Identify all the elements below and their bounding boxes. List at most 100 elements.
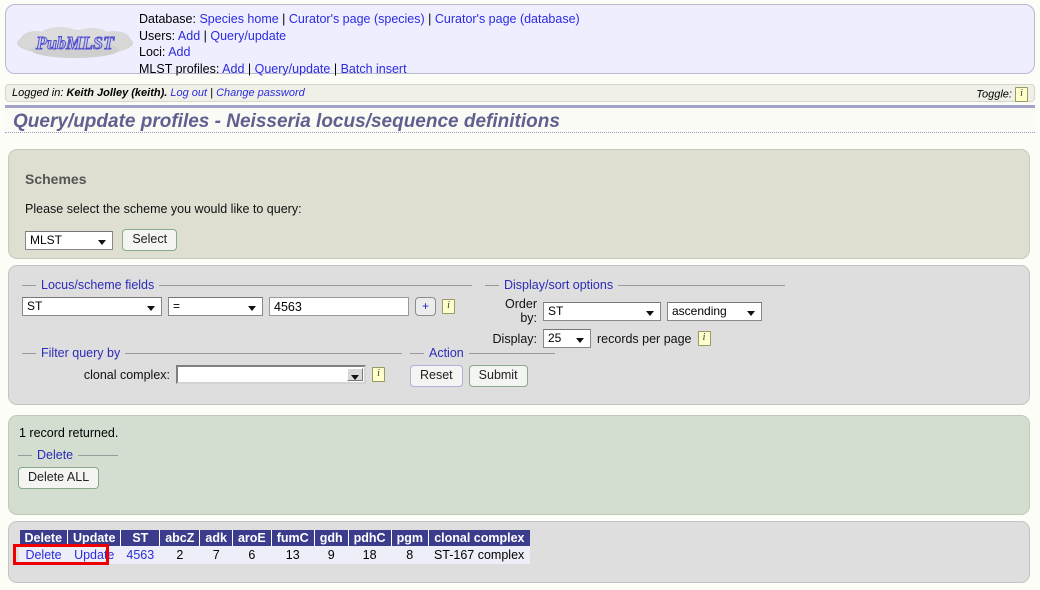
logged-in-label: Logged in: bbox=[12, 87, 64, 99]
submit-button[interactable]: Submit bbox=[468, 365, 528, 387]
schemes-instruction: Please select the scheme you would like … bbox=[25, 202, 302, 216]
svg-text:PubMLST: PubMLST bbox=[35, 33, 115, 53]
order-by-row: Order by: ST ascending bbox=[485, 297, 785, 325]
cell-fumc: 13 bbox=[270, 546, 315, 564]
header-row-label: MLST profiles: bbox=[139, 61, 220, 76]
toggle-label: Toggle: bbox=[976, 88, 1012, 101]
update-link[interactable]: Update bbox=[74, 548, 114, 562]
chevron-down-icon[interactable] bbox=[347, 368, 363, 381]
filter-query-legend: Filter query by bbox=[41, 346, 121, 360]
order-by-dropdown[interactable]: ST bbox=[543, 301, 661, 321]
select-scheme-button[interactable]: Select bbox=[122, 229, 178, 251]
link-users-query-update[interactable]: Query/update bbox=[210, 29, 286, 43]
display-sort-options-group: Display/sort options Order by: ST ascend… bbox=[485, 278, 785, 348]
link-curators-page-species[interactable]: Curator's page (species) bbox=[289, 12, 425, 26]
schemes-heading: Schemes bbox=[25, 171, 87, 187]
delete-legend: Delete bbox=[37, 448, 74, 462]
cell-update[interactable]: Update bbox=[67, 546, 122, 564]
column-header-st: ST bbox=[120, 530, 161, 547]
locus-scheme-fields-legend: Locus/scheme fields bbox=[41, 278, 155, 292]
cell-gdh: 9 bbox=[313, 546, 349, 564]
delete-link[interactable]: Delete bbox=[25, 548, 61, 562]
filter-query-group: Filter query by clonal complex: i bbox=[22, 346, 402, 384]
delete-body: Delete ALL bbox=[18, 462, 118, 489]
cell-pgm: 8 bbox=[390, 546, 429, 564]
column-header-aroe: aroE bbox=[231, 530, 272, 547]
table-header-row: Delete Update ST abcZ adk aroE fumC gdh … bbox=[19, 530, 530, 547]
cell-pdhc: 18 bbox=[347, 546, 392, 564]
display-sort-body: Order by: ST ascending Display: 25 recor… bbox=[485, 292, 785, 348]
locus-scheme-fields-group: Locus/scheme fields ST = + i bbox=[22, 278, 472, 316]
header-navigation: Database: Species home | Curator's page … bbox=[139, 11, 580, 77]
clonal-complex-dropdown[interactable] bbox=[176, 365, 366, 384]
site-header: PubMLST Database: Species home | Curator… bbox=[5, 4, 1035, 77]
results-table-panel: Delete Update ST abcZ adk aroE fumC gdh … bbox=[8, 521, 1030, 583]
order-direction-dropdown[interactable]: ascending bbox=[667, 301, 762, 321]
reset-button[interactable]: Reset bbox=[410, 365, 463, 387]
login-separator: | bbox=[210, 87, 213, 99]
header-row-label: Database: bbox=[139, 12, 196, 26]
operator-dropdown[interactable]: = bbox=[168, 297, 263, 316]
page-title-band: Query/update profiles - Neisseria locus/… bbox=[5, 105, 1035, 133]
add-field-button[interactable]: + bbox=[415, 297, 437, 316]
delete-all-button[interactable]: Delete ALL bbox=[18, 467, 100, 489]
column-header-gdh: gdh bbox=[313, 530, 349, 547]
info-icon[interactable]: i bbox=[1015, 87, 1028, 102]
delete-group: Delete Delete ALL bbox=[18, 448, 118, 489]
link-users-add[interactable]: Add bbox=[178, 29, 200, 43]
change-password-link[interactable]: Change password bbox=[216, 87, 305, 99]
cell-adk: 7 bbox=[199, 546, 233, 564]
header-row-users: Users: Add | Query/update bbox=[139, 28, 287, 43]
action-row: Reset Submit bbox=[410, 360, 555, 387]
results-table: Delete Update ST abcZ adk aroE fumC gdh … bbox=[18, 530, 531, 564]
column-header-update: Update bbox=[67, 530, 122, 547]
action-group: Action Reset Submit bbox=[410, 346, 555, 387]
link-profiles-query-update[interactable]: Query/update bbox=[255, 62, 331, 76]
schemes-panel: Schemes Please select the scheme you wou… bbox=[8, 149, 1030, 259]
table-row: Delete Update 4563 2 7 6 13 9 18 8 ST-16… bbox=[18, 546, 531, 564]
display-sort-options-legend: Display/sort options bbox=[504, 278, 614, 292]
column-header-abcz: abcZ bbox=[159, 530, 201, 547]
info-icon[interactable]: i bbox=[372, 367, 385, 382]
display-label: Display: bbox=[492, 331, 537, 346]
pubmlst-logo: PubMLST bbox=[14, 23, 136, 63]
filter-row: clonal complex: i bbox=[22, 360, 402, 384]
header-row-mlst-profiles: MLST profiles: Add | Query/update | Batc… bbox=[139, 61, 407, 76]
header-row-database: Database: Species home | Curator's page … bbox=[139, 12, 580, 26]
link-curators-page-database[interactable]: Curator's page (database) bbox=[435, 12, 580, 26]
cell-st[interactable]: 4563 bbox=[120, 546, 161, 564]
column-header-pdhc: pdhC bbox=[347, 530, 392, 547]
results-panel: 1 record returned. bbox=[8, 415, 1030, 515]
header-row-loci: Loci: Add bbox=[139, 44, 580, 61]
records-per-page-label: records per page bbox=[597, 331, 692, 346]
header-row-label: Users: bbox=[139, 28, 176, 43]
link-profiles-add[interactable]: Add bbox=[222, 62, 244, 76]
logged-in-user: Keith Jolley (keith). bbox=[66, 87, 168, 99]
scheme-select-row: MLST Select bbox=[25, 229, 178, 251]
cell-abcz: 2 bbox=[159, 546, 201, 564]
page-title: Query/update profiles - Neisseria locus/… bbox=[13, 111, 560, 132]
column-header-pgm: pgm bbox=[390, 530, 429, 547]
link-species-home[interactable]: Species home bbox=[199, 12, 278, 26]
order-by-label: Order by: bbox=[505, 297, 537, 325]
column-header-delete: Delete bbox=[19, 530, 69, 547]
record-count-text: 1 record returned. bbox=[19, 426, 119, 440]
clonal-complex-label: clonal complex: bbox=[83, 367, 170, 382]
st-link[interactable]: 4563 bbox=[126, 548, 154, 562]
info-icon[interactable]: i bbox=[442, 299, 456, 314]
column-header-clonal-complex: clonal complex bbox=[427, 530, 530, 547]
locus-query-row: ST = + i bbox=[22, 292, 472, 316]
search-value-input[interactable] bbox=[269, 297, 409, 316]
link-profiles-batch-insert[interactable]: Batch insert bbox=[341, 62, 407, 76]
cell-clonal-complex: ST-167 complex bbox=[427, 546, 531, 564]
cell-delete[interactable]: Delete bbox=[18, 546, 69, 564]
header-row-label: Loci: bbox=[139, 45, 166, 59]
logout-link[interactable]: Log out bbox=[170, 87, 207, 99]
info-icon[interactable]: i bbox=[697, 331, 711, 346]
column-header-adk: adk bbox=[199, 530, 233, 547]
toggle-control: Toggle: i bbox=[976, 87, 1028, 102]
scheme-dropdown[interactable]: MLST bbox=[25, 230, 113, 250]
locus-field-dropdown[interactable]: ST bbox=[22, 297, 162, 316]
link-loci-add[interactable]: Add bbox=[168, 45, 190, 59]
login-status-bar: Logged in: Keith Jolley (keith). Log out… bbox=[5, 84, 1035, 102]
